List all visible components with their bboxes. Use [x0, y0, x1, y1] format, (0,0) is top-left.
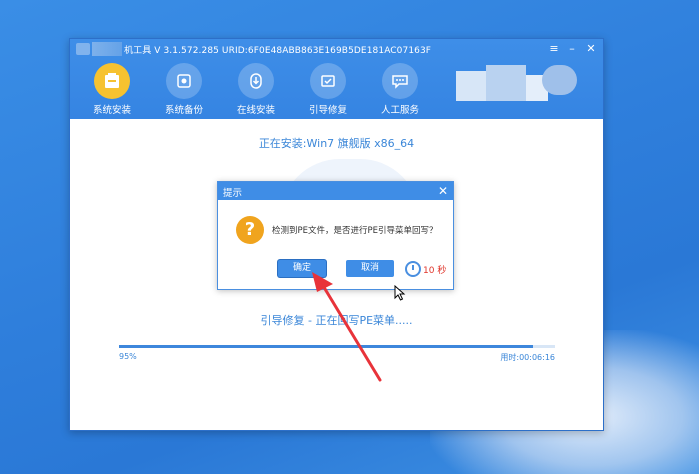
minimize-button[interactable]: –	[565, 42, 579, 56]
countdown-text: 10 秒	[423, 266, 447, 276]
progress-percent: 95%	[119, 352, 137, 361]
progress-fill	[119, 345, 534, 348]
nav-item-system-install[interactable]: 系统安装	[82, 63, 142, 116]
prompt-dialog: 提示 ✕ ? 检测到PE文件，是否进行PE引导菜单回写？ 确定 取消 10 秒	[217, 181, 454, 290]
download-icon	[238, 63, 274, 99]
close-button[interactable]: ✕	[584, 42, 598, 56]
chat-icon	[382, 63, 418, 99]
nav-item-online-install[interactable]: 在线安装	[226, 63, 286, 116]
blurred-region	[486, 65, 526, 101]
backup-icon	[166, 63, 202, 99]
app-logo-icon	[76, 43, 90, 55]
cancel-button[interactable]: 取消	[346, 260, 394, 277]
nav-label: 引导修复	[308, 105, 347, 116]
dialog-title: 提示	[223, 188, 243, 199]
nav-label: 在线安装	[236, 105, 275, 116]
elapsed-time: 用时:00:06:16	[500, 353, 555, 362]
boot-repair-status-text: 引导修复 - 正在回写PE菜单.....	[260, 314, 413, 327]
window-title: 机工具 V 3.1.572.285 URID:6F0E48ABB863E169B…	[124, 46, 432, 56]
blurred-region	[456, 71, 486, 101]
dialog-message: 检测到PE文件，是否进行PE引导菜单回写？	[272, 226, 438, 236]
confirm-button[interactable]: 确定	[278, 260, 326, 277]
dialog-header: 提示 ✕	[218, 182, 453, 200]
blurred-app-name	[92, 42, 122, 56]
nav-item-manual-service[interactable]: 人工服务	[370, 63, 430, 116]
nav-label: 人工服务	[380, 105, 419, 116]
repair-icon	[310, 63, 346, 99]
install-icon	[94, 63, 130, 99]
progress-bar	[119, 345, 555, 348]
nav-label: 系统安装	[92, 105, 131, 116]
install-status-text: 正在安装:Win7 旗舰版 x86_64	[258, 137, 415, 150]
blurred-region	[542, 65, 577, 95]
nav-item-boot-repair[interactable]: 引导修复	[298, 63, 358, 116]
mouse-cursor-icon	[394, 285, 406, 301]
question-icon: ?	[236, 216, 264, 244]
timer-icon	[405, 261, 421, 277]
title-bar: 机工具 V 3.1.572.285 URID:6F0E48ABB863E169B…	[70, 39, 603, 119]
nav-label: 系统备份	[164, 105, 203, 116]
menu-icon[interactable]: ≡	[547, 42, 561, 56]
nav-item-system-backup[interactable]: 系统备份	[154, 63, 214, 116]
dialog-close-button[interactable]: ✕	[438, 183, 448, 199]
